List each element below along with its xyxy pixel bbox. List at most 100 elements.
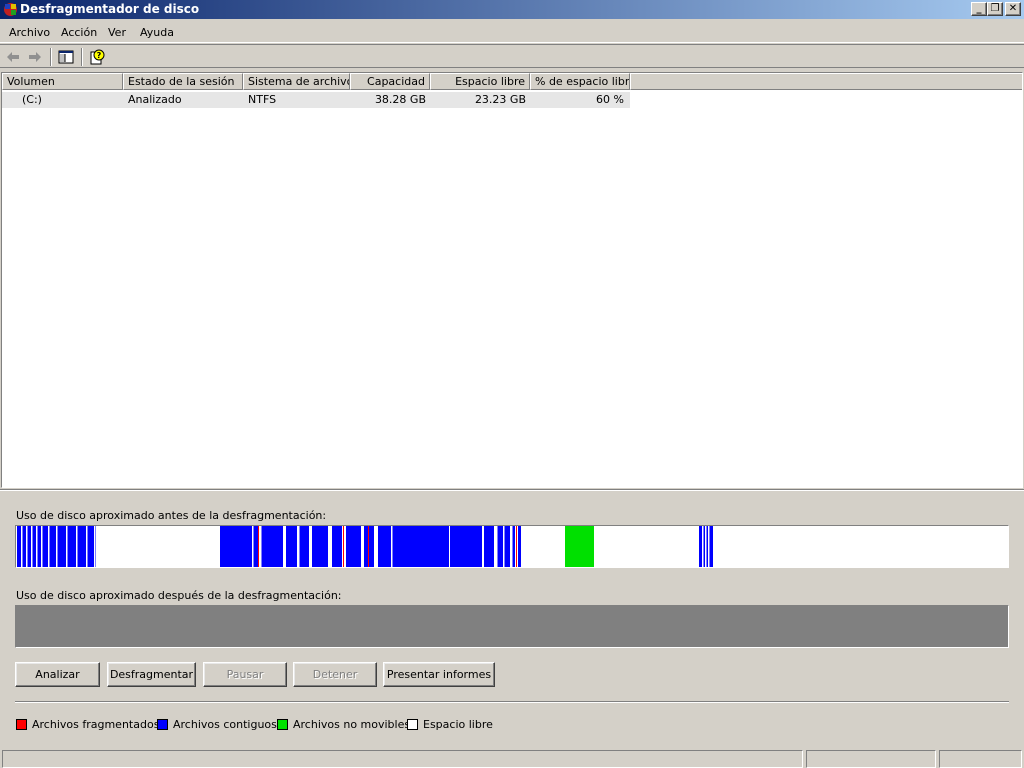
gap-block bbox=[496, 526, 498, 567]
before-defrag-label: Uso de disco aproximado antes de la desf… bbox=[16, 509, 327, 522]
gap-block bbox=[329, 526, 331, 567]
gap-block bbox=[48, 526, 50, 567]
legend-unmovable-label: Archivos no movibles bbox=[293, 718, 411, 731]
unmovable-swatch bbox=[277, 719, 288, 730]
menu-ver[interactable]: Ver bbox=[108, 26, 126, 39]
cell-filesystem: NTFS bbox=[243, 92, 350, 108]
contiguous-block bbox=[518, 526, 521, 567]
gap-block bbox=[298, 526, 300, 567]
menu-ayuda[interactable]: Ayuda bbox=[140, 26, 174, 39]
free-swatch bbox=[407, 719, 418, 730]
contiguous-block bbox=[392, 526, 449, 567]
gap-block bbox=[310, 526, 312, 567]
pause-button[interactable]: Pausar bbox=[203, 662, 287, 687]
cell-volume: (C:) bbox=[2, 92, 123, 108]
gap-block bbox=[26, 526, 28, 567]
cell-free-percent: 60 % bbox=[530, 92, 630, 108]
status-bar bbox=[0, 748, 1024, 768]
column-header-filler bbox=[630, 73, 1022, 90]
column-header-free-space[interactable]: Espacio libre bbox=[430, 73, 530, 90]
gap-block bbox=[482, 526, 484, 567]
gap-block bbox=[260, 526, 262, 567]
fragmented-swatch bbox=[16, 719, 27, 730]
close-button[interactable]: ✕ bbox=[1005, 2, 1021, 16]
menu-bar: Archivo Acción Ver Ayuda bbox=[0, 19, 1024, 43]
legend-contiguous-label: Archivos contiguos bbox=[173, 718, 277, 731]
gap-block bbox=[391, 526, 393, 567]
gap-block bbox=[31, 526, 33, 567]
contiguous-block bbox=[450, 526, 482, 567]
gap-block bbox=[56, 526, 58, 567]
column-header-capacity[interactable]: Capacidad bbox=[350, 73, 430, 90]
contiguous-block bbox=[497, 526, 503, 567]
gap-block bbox=[702, 526, 704, 567]
status-pane-main bbox=[2, 750, 803, 768]
contiguous-block bbox=[299, 526, 309, 567]
toolbar-separator bbox=[50, 48, 52, 66]
cell-session-status: Analizado bbox=[123, 92, 243, 108]
back-arrow-icon[interactable] bbox=[5, 49, 21, 65]
panel-divider bbox=[0, 489, 1024, 491]
gap-block bbox=[708, 526, 710, 567]
contiguous-block bbox=[504, 526, 510, 567]
gap-block bbox=[503, 526, 505, 567]
column-header-session-status[interactable]: Estado de la sesión bbox=[123, 73, 243, 90]
forward-arrow-icon[interactable] bbox=[27, 49, 43, 65]
window-title: Desfragmentador de disco bbox=[20, 2, 200, 16]
defrag-app-icon bbox=[4, 3, 17, 16]
minimize-button[interactable]: _ bbox=[971, 2, 987, 16]
column-header-free-percent[interactable]: % de espacio libre bbox=[530, 73, 630, 90]
menu-archivo[interactable]: Archivo bbox=[9, 26, 50, 39]
contiguous-swatch bbox=[157, 719, 168, 730]
contiguous-block bbox=[286, 526, 297, 567]
toolbar-separator bbox=[81, 48, 83, 66]
gap-block bbox=[36, 526, 38, 567]
contiguous-block bbox=[312, 526, 328, 567]
analyze-button[interactable]: Analizar bbox=[15, 662, 100, 687]
contiguous-block bbox=[346, 526, 361, 567]
status-pane-2 bbox=[806, 750, 936, 768]
disk-usage-map bbox=[17, 526, 713, 567]
gap-block bbox=[41, 526, 43, 567]
column-header-volume[interactable]: Volumen bbox=[2, 73, 123, 90]
unmovable-block bbox=[565, 526, 594, 567]
gap-block bbox=[66, 526, 68, 567]
contiguous-block bbox=[220, 526, 252, 567]
after-defrag-label: Uso de disco aproximado después de la de… bbox=[16, 589, 342, 602]
legend-divider bbox=[15, 701, 1009, 703]
column-header-filesystem[interactable]: Sistema de archivos bbox=[243, 73, 350, 90]
contiguous-block bbox=[261, 526, 283, 567]
gap-block bbox=[375, 526, 377, 567]
legend-fragmented-label: Archivos fragmentados bbox=[32, 718, 160, 731]
contiguous-block bbox=[484, 526, 494, 567]
gap-block bbox=[705, 526, 707, 567]
maximize-button[interactable]: ❐ bbox=[987, 2, 1003, 16]
toolbar: ? bbox=[0, 44, 1024, 68]
cell-free-space: 23.23 GB bbox=[430, 92, 530, 108]
gap-block bbox=[94, 526, 96, 567]
contiguous-block bbox=[332, 526, 342, 567]
volume-list[interactable]: Volumen Estado de la sesión Sistema de a… bbox=[1, 72, 1023, 488]
fragmented-block bbox=[343, 526, 344, 567]
before-defrag-map bbox=[15, 525, 1009, 568]
stop-button[interactable]: Detener bbox=[293, 662, 377, 687]
menu-accion[interactable]: Acción bbox=[61, 26, 97, 39]
report-button[interactable]: Presentar informes bbox=[383, 662, 495, 687]
gap-block bbox=[284, 526, 286, 567]
fragmented-block bbox=[258, 526, 259, 567]
gap-block bbox=[21, 526, 23, 567]
gap-block bbox=[76, 526, 78, 567]
status-pane-3 bbox=[939, 750, 1022, 768]
fragmented-block bbox=[368, 526, 369, 567]
cell-capacity: 38.28 GB bbox=[350, 92, 430, 108]
fragmented-block bbox=[516, 526, 517, 567]
defragment-button[interactable]: Desfragmentar bbox=[107, 662, 196, 687]
show-hide-console-tree-icon[interactable] bbox=[58, 49, 74, 65]
help-icon[interactable]: ? bbox=[89, 49, 105, 65]
gap-block bbox=[362, 526, 364, 567]
svg-text:?: ? bbox=[97, 51, 102, 60]
title-bar: Desfragmentador de disco _ ❐ ✕ bbox=[0, 0, 1024, 19]
after-defrag-map bbox=[15, 605, 1009, 648]
legend-free-label: Espacio libre bbox=[423, 718, 493, 731]
gap-block bbox=[252, 526, 254, 567]
